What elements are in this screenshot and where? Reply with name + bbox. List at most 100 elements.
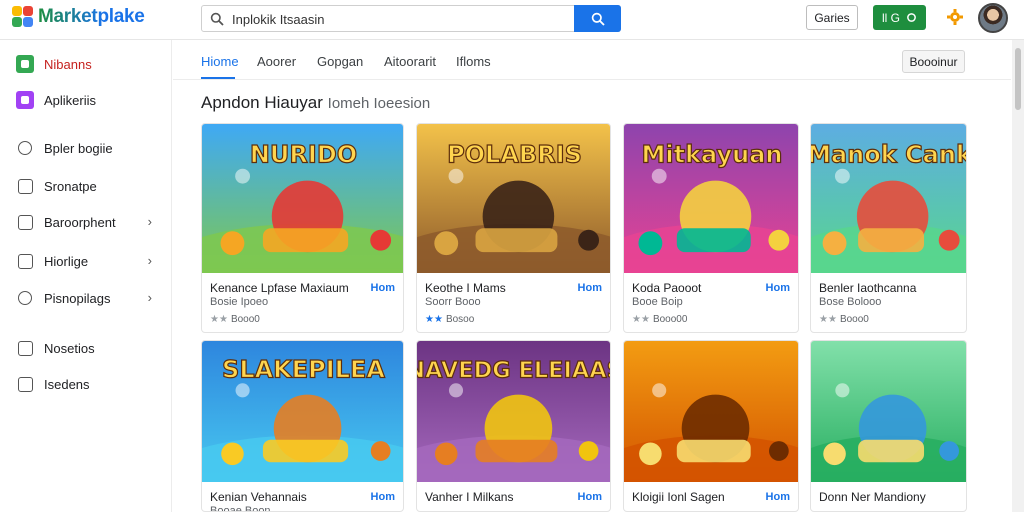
app-title: Donn Ner Mandiony <box>819 490 926 504</box>
scrollbar[interactable] <box>1012 40 1024 512</box>
app-thumbnail[interactable]: POLABRIS <box>417 124 610 273</box>
app-card[interactable]: POLABRIS Keothe I Mams Hom Soorr Booo ★★ Boso… <box>416 123 611 333</box>
search-icon <box>16 289 34 307</box>
apps-icon <box>16 55 34 73</box>
sidebar-item-5[interactable]: Baroorphent › <box>16 210 166 234</box>
rating-value: Bosoo <box>445 314 475 325</box>
star-icon: ★ <box>640 314 650 325</box>
app-title: Kloigii Ionl Sagen <box>632 490 725 504</box>
section-title: Apndon Hiauyar <box>201 93 323 112</box>
avatar[interactable] <box>978 3 1008 33</box>
window-icon <box>16 213 34 231</box>
app-thumbnail-art: POLABRIS <box>417 124 610 273</box>
search-button[interactable] <box>574 5 621 32</box>
bookmark-icon <box>16 177 34 195</box>
app-card[interactable]: SLAKEPILEA Kenian Vehannais Hom Booae Boon <box>201 340 404 512</box>
sidebar-item-label: Nosetios <box>44 340 95 356</box>
logo[interactable]: Marketplake <box>12 6 145 28</box>
card-art-title: NURIDO <box>250 141 357 169</box>
app-card[interactable]: Manok Cank Benler Iaothcanna Bose Bolooo ★★… <box>810 123 967 333</box>
app-thumbnail-art: NAVEDG ELEIAAS <box>417 341 610 482</box>
secondary-button-label: Garies <box>814 10 850 25</box>
app-price: Hom <box>577 282 602 294</box>
tab-1[interactable]: Hiome <box>201 54 239 69</box>
card-art-title: Mitkayuan <box>641 141 782 169</box>
app-title: Vanher I Milkans <box>425 490 514 504</box>
search-input[interactable] <box>232 9 562 29</box>
chevron-right-icon: › <box>147 214 152 229</box>
app-thumbnail-art <box>811 341 966 482</box>
app-developer: Booe Boip <box>632 296 683 308</box>
compass-icon <box>16 139 34 157</box>
gear-icon[interactable] <box>946 8 964 26</box>
app-developer: Booae Boon <box>210 505 271 512</box>
star-icon: ★ <box>632 314 641 325</box>
app-thumbnail-art: NURIDO <box>202 124 403 273</box>
sidebar-item-label: Pisnopilags <box>44 290 111 306</box>
card-art-title: POLABRIS <box>447 141 582 169</box>
app-rating: ★★ Booo00 <box>632 314 687 325</box>
filter-button[interactable]: Boooinur <box>902 50 965 73</box>
app-thumbnail[interactable]: NAVEDG ELEIAAS <box>417 341 610 482</box>
filter-button-label: Boooinur <box>909 54 958 69</box>
sidebar-item-6[interactable]: Hiorlige › <box>16 249 166 273</box>
scrollbar-thumb[interactable] <box>1015 48 1021 110</box>
primary-button[interactable]: ll G <box>873 5 926 30</box>
card-art-title: SLAKEPILEA <box>222 356 385 384</box>
app-developer: Bosie Ipoeo <box>210 296 269 308</box>
tab-bar: Boooinur Hiome Aoorer Gopgan Aitoorarit Iflo… <box>173 40 1011 80</box>
active-tab-indicator <box>201 77 235 79</box>
app-price: Hom <box>370 491 395 503</box>
rating-value: Booo0 <box>230 314 260 325</box>
app-thumbnail[interactable] <box>811 341 966 482</box>
app-title: Keothe I Mams <box>425 281 506 295</box>
app-thumbnail[interactable] <box>624 341 798 482</box>
logo-icon <box>12 6 34 28</box>
star-icon: ★ <box>433 314 443 325</box>
sidebar-item-label: Baroorphent <box>44 214 116 230</box>
sidebar-item-8[interactable]: Nosetios <box>16 336 166 360</box>
app-thumbnail-art: Manok Cank <box>811 124 966 273</box>
tab-3[interactable]: Gopgan <box>317 54 363 69</box>
sidebar-item-9[interactable]: Isedens <box>16 372 166 396</box>
app-thumbnail-art: SLAKEPILEA <box>202 341 403 482</box>
section-subtitle: Iomeh Ioeesion <box>327 95 431 112</box>
sidebar-item-2[interactable]: Aplikeriis <box>16 88 166 112</box>
sidebar-item-7[interactable]: Pisnopilags › <box>16 286 166 310</box>
app-store-icon <box>16 91 34 109</box>
app-title: Benler Iaothcanna <box>819 281 917 295</box>
app-price: Hom <box>765 491 790 503</box>
sidebar-item-1[interactable]: Nibanns <box>16 52 166 76</box>
star-icon: ★ <box>218 314 228 325</box>
document-icon <box>16 252 34 270</box>
app-price: Hom <box>577 491 602 503</box>
rating-value: Booo0 <box>839 314 869 325</box>
secondary-button[interactable]: Garies <box>806 5 858 30</box>
app-thumbnail[interactable]: NURIDO <box>202 124 403 273</box>
app-card[interactable]: Kloigii Ionl Sagen Hom <box>623 340 799 512</box>
app-rating: ★★ Booo0 <box>210 314 260 325</box>
app-thumbnail[interactable]: SLAKEPILEA <box>202 341 403 482</box>
check-icon <box>16 339 34 357</box>
tab-4[interactable]: Aitoorarit <box>384 54 436 69</box>
sidebar-item-4[interactable]: Sronatpe <box>16 174 166 198</box>
main-content: Boooinur Hiome Aoorer Gopgan Aitoorarit Iflo… <box>173 40 1011 512</box>
card-art-title: Manok Cank <box>811 141 966 169</box>
tab-2[interactable]: Aoorer <box>257 54 296 69</box>
app-title: Kenance Lpfase Maxiaum <box>210 281 349 295</box>
app-card[interactable]: Donn Ner Mandiony <box>810 340 967 512</box>
app-rating: ★★ Bosoo <box>425 314 474 325</box>
app-price: Hom <box>370 282 395 294</box>
tab-5[interactable]: Ifloms <box>456 54 491 69</box>
sidebar-item-3[interactable]: Bpler bogiie <box>16 136 166 160</box>
app-thumbnail[interactable]: Manok Cank <box>811 124 966 273</box>
app-thumbnail[interactable]: Mitkayuan <box>624 124 798 273</box>
app-developer: Soorr Booo <box>425 296 481 308</box>
app-card[interactable]: NURIDO Kenance Lpfase Maxiaum Hom Bosie Ipo… <box>201 123 404 333</box>
sidebar-item-label: Nibanns <box>44 56 92 72</box>
search-icon <box>591 12 605 26</box>
chevron-right-icon: › <box>147 253 152 268</box>
sidebar-item-label: Sronatpe <box>44 178 97 194</box>
app-card[interactable]: NAVEDG ELEIAAS Vanher I Milkans Hom <box>416 340 611 512</box>
app-card[interactable]: Mitkayuan Koda Paooot Hom Booe Boip ★★ Booo00 <box>623 123 799 333</box>
